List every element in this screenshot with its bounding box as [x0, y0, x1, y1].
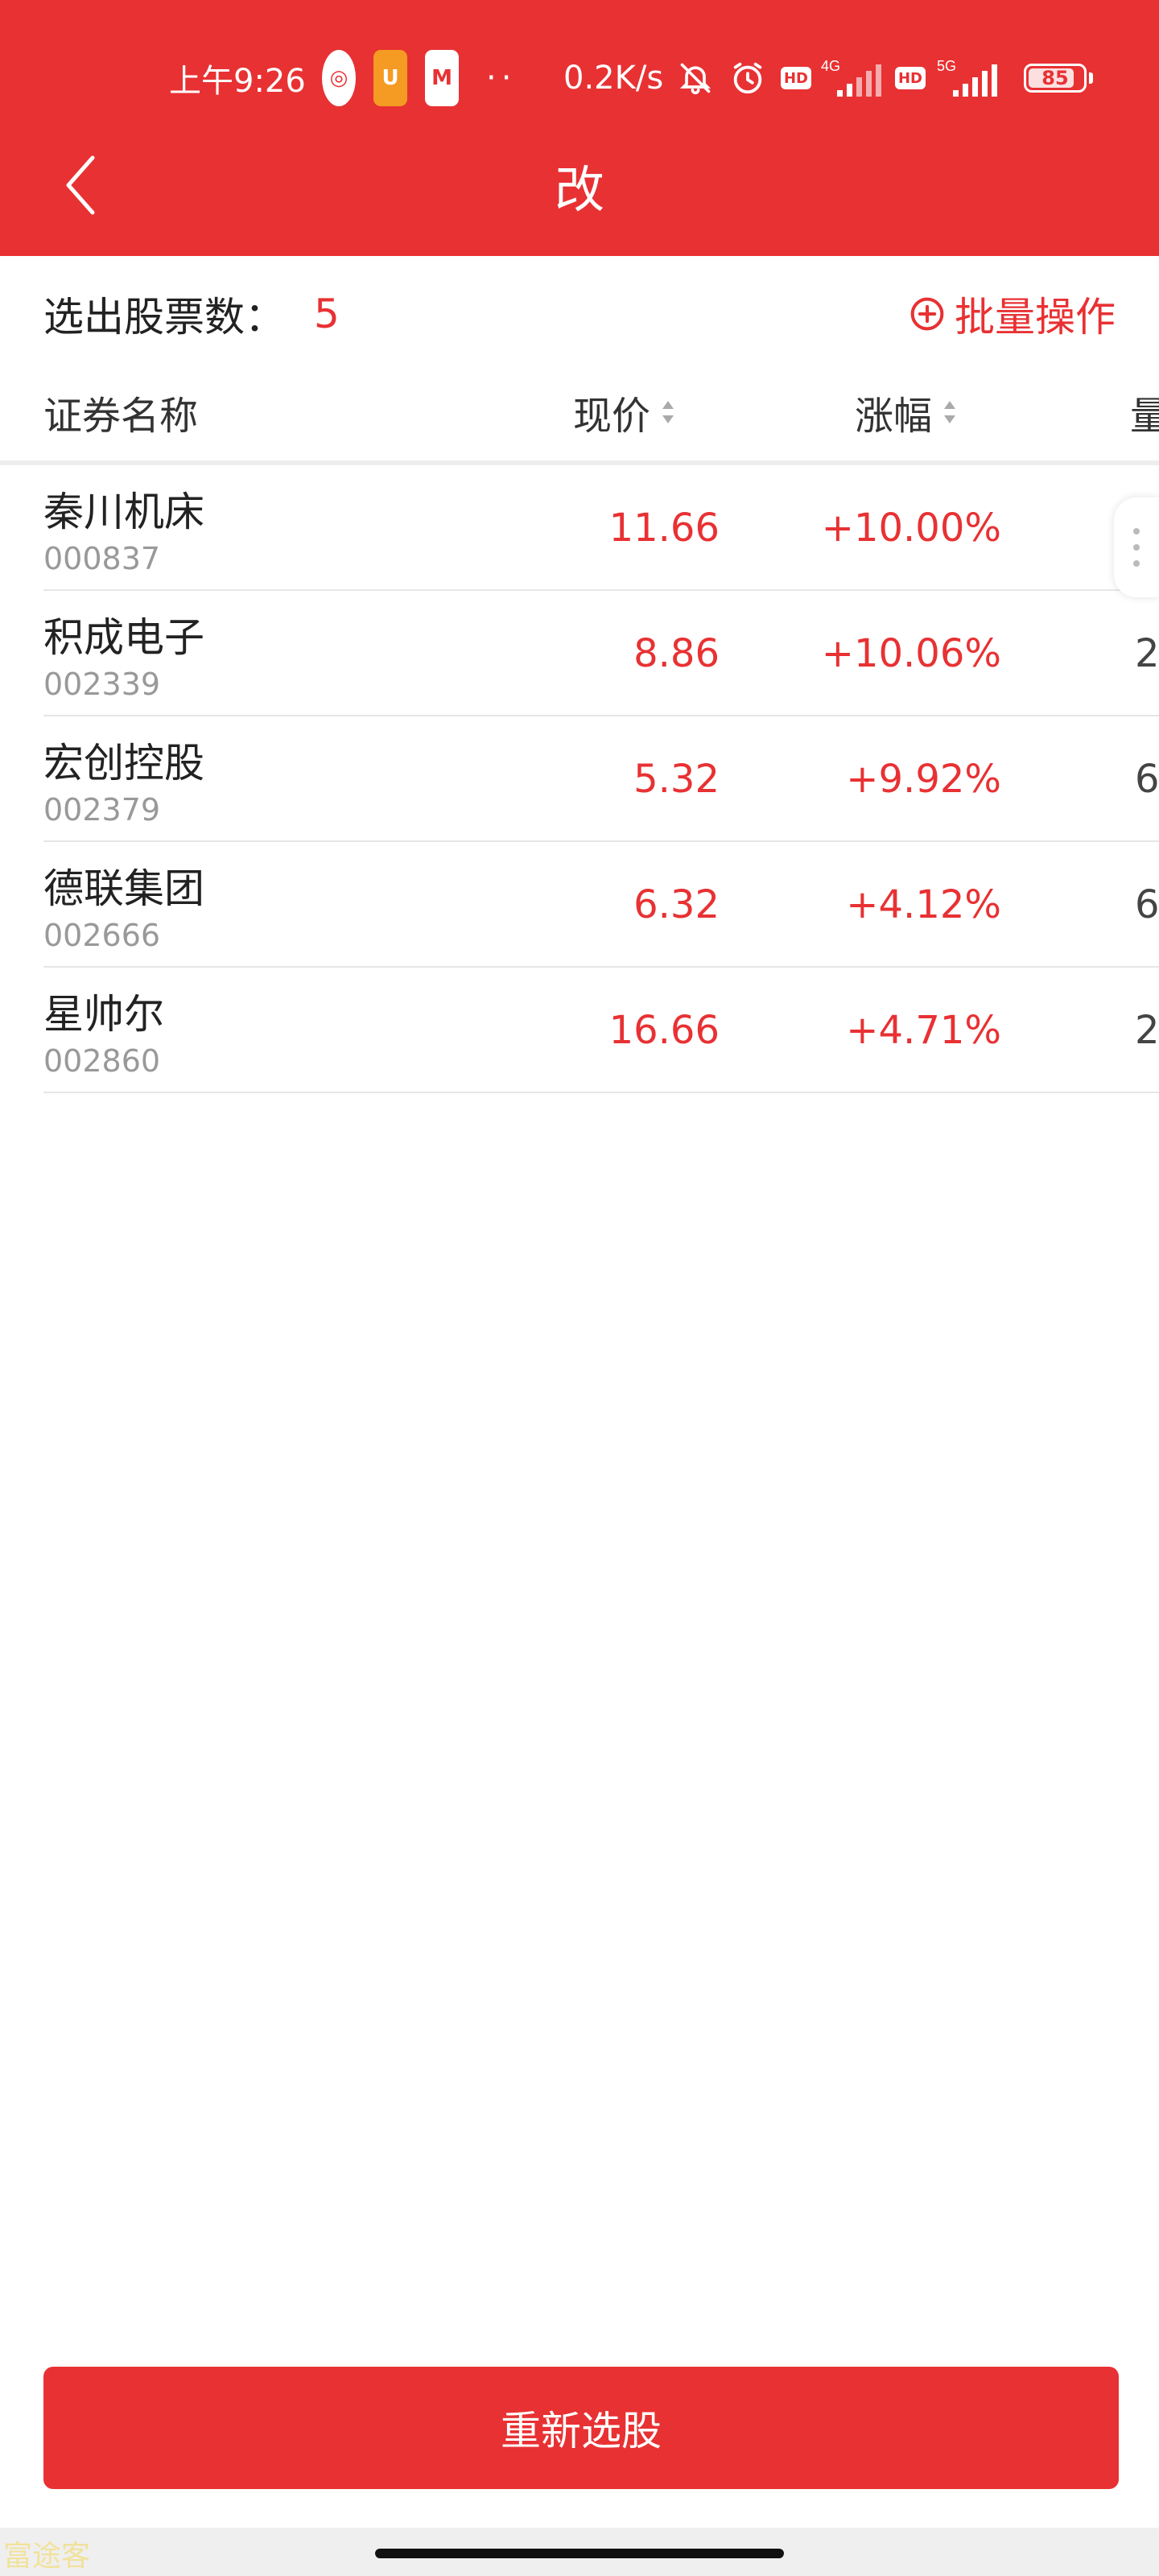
stock-change: +4.12%	[846, 882, 1001, 927]
hd-badge-2: HD	[895, 67, 926, 89]
alarm-clock-icon	[729, 50, 766, 106]
sort-arrows-icon	[942, 396, 958, 428]
signal-4g-icon: 4G	[819, 50, 887, 106]
header-name: 证券名称	[43, 364, 198, 460]
stock-change: +10.06%	[821, 631, 1001, 676]
battery-shell: 85	[1024, 64, 1087, 93]
table-header: 证券名称 现价 涨幅 量	[0, 364, 1159, 465]
top-app-bar: 上午9:26 ◎ U M ·· 0.2K/s HD 4G HD 5G 85 改	[0, 0, 1159, 256]
stock-price: 16.66	[608, 1008, 720, 1053]
watermark: 富途客	[3, 2540, 91, 2573]
result-summary: 选出股票数： 5 批量操作	[0, 274, 1159, 354]
reselect-stocks-button[interactable]: 重新选股	[43, 2367, 1119, 2489]
stock-code: 002339	[43, 667, 161, 702]
uc-browser-icon: U	[373, 50, 407, 106]
table-row[interactable]: 积成电子 002339 8.86 +10.06% 2	[43, 591, 1159, 716]
header-name-label: 证券名称	[43, 394, 199, 439]
chevron-left-icon	[66, 155, 95, 215]
stock-volume: 2	[1135, 631, 1159, 676]
plus-circle-icon	[910, 297, 944, 331]
battery-level: 85	[1041, 67, 1069, 89]
stock-code: 002860	[43, 1043, 161, 1079]
stock-code: 002379	[43, 792, 161, 828]
stock-change: +10.00%	[821, 506, 1001, 551]
stock-name: 积成电子	[43, 614, 204, 661]
signal-5g-icon: 5G	[935, 50, 1009, 106]
battery-tip	[1089, 72, 1093, 84]
signal-5g-label: 5G	[937, 58, 956, 74]
status-more-dots: ··	[486, 60, 517, 97]
stock-code: 000837	[43, 541, 161, 576]
stock-volume: 2	[1135, 1008, 1159, 1053]
horizontal-scroll-handle[interactable]	[1114, 497, 1159, 597]
battery-icon: 85	[1024, 50, 1093, 106]
header-price-label: 现价	[572, 394, 650, 439]
stock-name: 秦川机床	[43, 489, 204, 535]
hd-voice-icon: HD	[781, 50, 811, 106]
header-volume[interactable]: 量	[1130, 364, 1159, 460]
table-row[interactable]: 宏创控股 002379 5.32 +9.92% 6	[43, 716, 1159, 842]
header-change-sort[interactable]: 涨幅	[855, 364, 958, 460]
stock-name: 德联集团	[43, 865, 204, 912]
table-row[interactable]: 德联集团 002666 6.32 +4.12% 6	[43, 842, 1159, 968]
hd-badge: HD	[781, 67, 811, 89]
stock-volume: 6	[1135, 757, 1159, 802]
network-speed: 0.2K/s	[563, 60, 664, 97]
result-count: 5	[314, 291, 340, 337]
netease-music-icon: ◎	[322, 50, 356, 106]
header-price-sort[interactable]: 现价	[573, 364, 676, 460]
bank-app-icon: M	[425, 50, 459, 106]
drag-dots-icon	[1133, 528, 1140, 567]
batch-operation-label: 批量操作	[955, 294, 1116, 341]
home-indicator[interactable]	[375, 2549, 784, 2558]
stock-volume: 6	[1135, 882, 1159, 927]
bell-muted-icon	[678, 50, 713, 106]
stock-list: 秦川机床 000837 11.66 +10.00% 4 积成电子 002339 …	[0, 465, 1159, 1093]
status-time: 上午9:26	[169, 63, 306, 100]
stock-price: 8.86	[633, 631, 720, 676]
stock-name: 星帅尔	[43, 991, 164, 1038]
stock-change: +4.71%	[846, 1008, 1001, 1053]
hd-voice-icon-2: HD	[895, 50, 926, 106]
stock-change: +9.92%	[846, 757, 1001, 802]
stock-price: 11.66	[608, 506, 720, 551]
table-row[interactable]: 星帅尔 002860 16.66 +4.71% 2	[43, 968, 1159, 1093]
sort-arrows-icon	[660, 396, 676, 428]
signal-4g-label: 4G	[821, 58, 840, 74]
table-row[interactable]: 秦川机床 000837 11.66 +10.00% 4	[43, 465, 1159, 591]
header-volume-label: 量	[1130, 394, 1159, 439]
page-title: 改	[554, 160, 604, 219]
stock-code: 002666	[43, 918, 161, 953]
batch-operation-button[interactable]: 批量操作	[909, 274, 1116, 354]
status-bar: 上午9:26 ◎ U M ·· 0.2K/s HD 4G HD 5G 85	[0, 50, 1159, 106]
stock-price: 5.32	[633, 757, 720, 802]
result-count-label: 选出股票数：	[43, 294, 285, 341]
back-button[interactable]	[48, 137, 113, 233]
header-change-label: 涨幅	[854, 394, 932, 439]
stock-price: 6.32	[633, 882, 720, 927]
stock-name: 宏创控股	[43, 740, 204, 786]
